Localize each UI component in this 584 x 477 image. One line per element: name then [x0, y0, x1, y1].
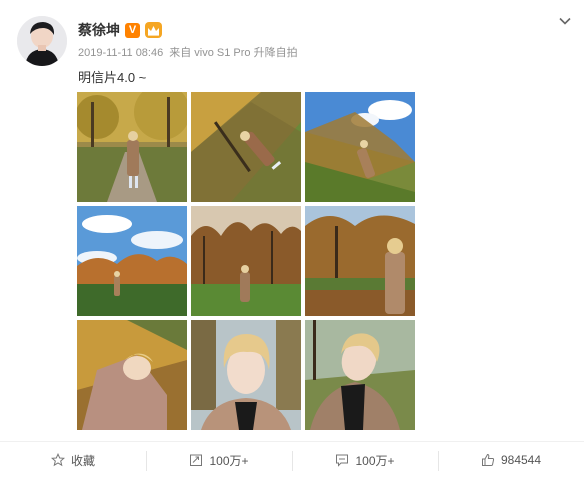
favorite-button[interactable]: 收藏 — [0, 442, 146, 477]
repost-icon — [190, 454, 203, 466]
post-text: 明信片4.0 ~ — [78, 70, 147, 85]
verified-badge[interactable]: V — [125, 22, 140, 38]
star-icon — [50, 453, 65, 467]
chevron-down-icon[interactable] — [558, 14, 572, 28]
thumbs-up-icon — [481, 453, 495, 466]
member-crown-icon[interactable] — [145, 22, 162, 38]
photo-thumbnail[interactable] — [191, 92, 301, 202]
weibo-post-card: 蔡徐坤 V 2019-11-11 08:46 来自 vivo S1 Pro 升降自… — [0, 0, 584, 477]
repost-count: 100万+ — [209, 453, 249, 468]
photo-thumbnail[interactable] — [191, 206, 301, 316]
photo-grid — [77, 92, 415, 430]
photo-thumbnail[interactable] — [77, 92, 187, 202]
photo-thumbnail[interactable] — [191, 320, 301, 430]
photo-thumbnail[interactable] — [77, 320, 187, 430]
repost-button[interactable]: 100万+ — [146, 442, 292, 477]
source-prefix: 来自 — [169, 47, 192, 59]
comment-icon — [336, 454, 349, 467]
comment-count: 100万+ — [355, 453, 395, 468]
photo-thumbnail[interactable] — [305, 320, 415, 430]
comment-button[interactable]: 100万+ — [292, 442, 438, 477]
photo-thumbnail[interactable] — [77, 206, 187, 316]
author-row: 蔡徐坤 V — [78, 20, 162, 40]
username[interactable]: 蔡徐坤 — [78, 20, 120, 40]
photo-thumbnail[interactable] — [305, 92, 415, 202]
like-button[interactable]: 984544 — [438, 442, 584, 477]
post-meta: 2019-11-11 08:46 来自 vivo S1 Pro 升降自拍 — [78, 44, 301, 60]
action-toolbar: 收藏 100万+ 100万+ 984544 — [0, 441, 584, 477]
favorite-label: 收藏 — [70, 453, 95, 468]
post-timestamp[interactable]: 2019-11-11 08:46 — [78, 47, 163, 59]
avatar-image — [17, 16, 67, 66]
like-count: 984544 — [500, 453, 542, 467]
avatar[interactable] — [17, 16, 67, 66]
source-device[interactable]: vivo S1 Pro 升降自拍 — [194, 47, 297, 59]
photo-thumbnail[interactable] — [305, 206, 415, 316]
